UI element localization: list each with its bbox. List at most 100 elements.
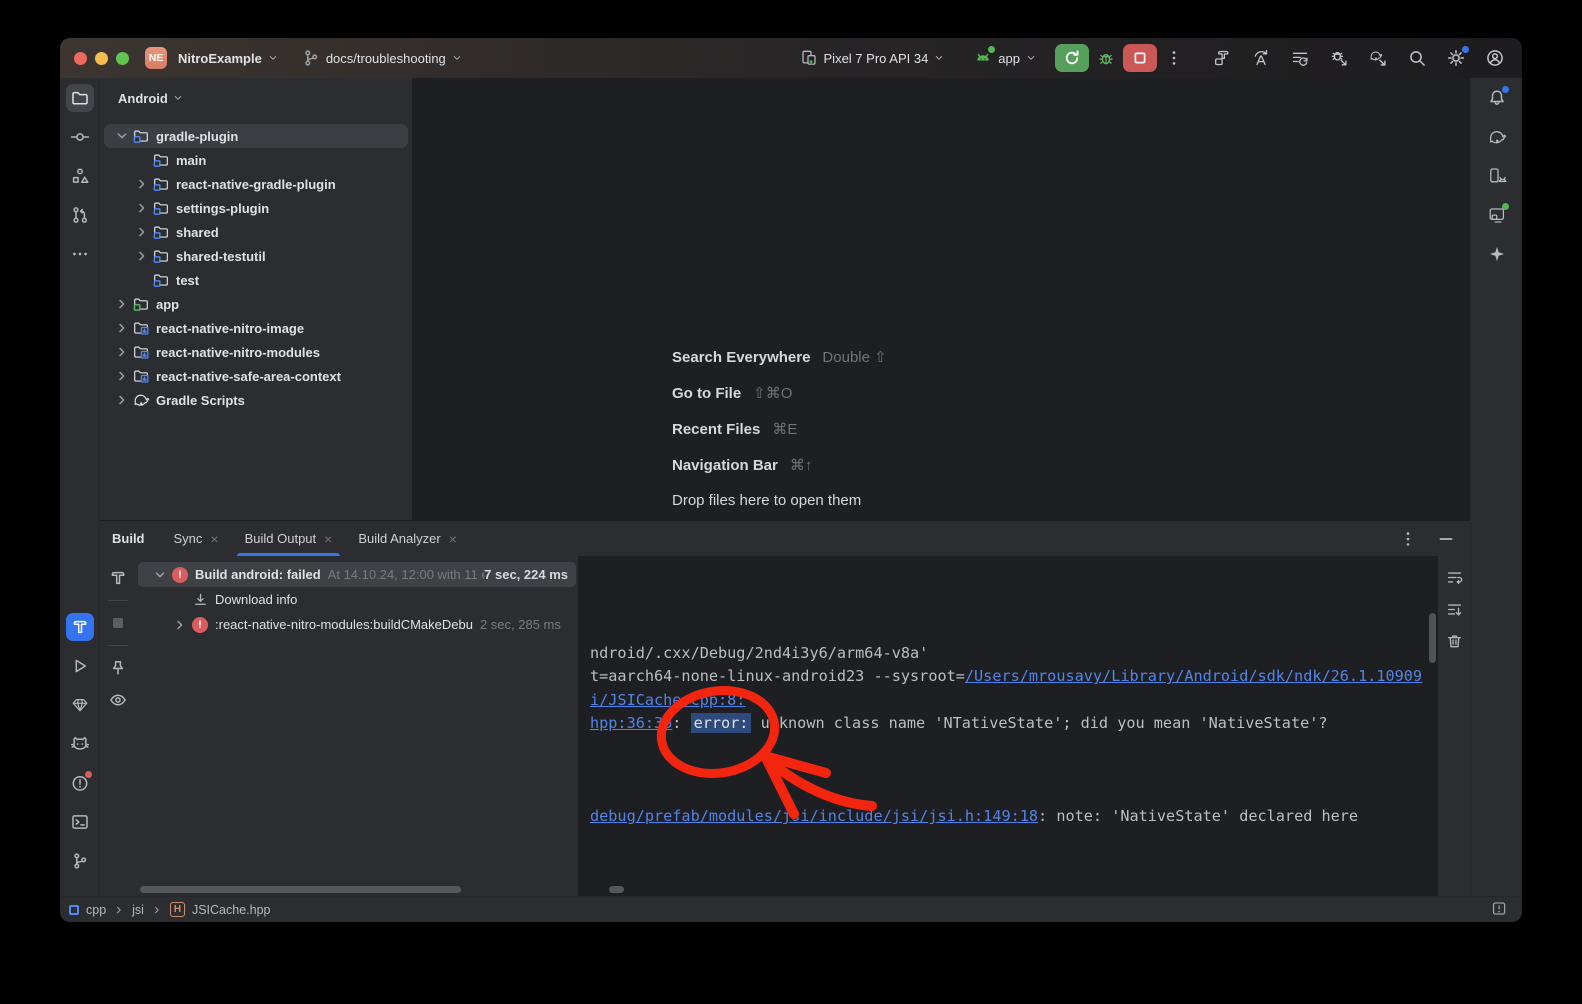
stop-button[interactable] — [1123, 44, 1157, 72]
notifications-status-button[interactable] — [1491, 900, 1508, 920]
device-manager-button[interactable] — [1483, 162, 1511, 190]
gradle-tool-button[interactable] — [1483, 123, 1511, 151]
run-config-selector[interactable]: app — [969, 48, 1041, 68]
project-tree-item-shared[interactable]: shared — [104, 220, 408, 244]
gradle-tool-icon — [1487, 127, 1507, 147]
hide-tool-window-icon[interactable] — [1436, 529, 1456, 549]
close-tab-icon[interactable]: × — [324, 532, 332, 546]
trash-button[interactable] — [1445, 632, 1464, 656]
chevron-right-icon[interactable] — [134, 176, 150, 192]
tab-sync[interactable]: Sync × — [161, 521, 232, 556]
zoom-window-button[interactable] — [116, 52, 129, 65]
chevron-right-icon[interactable] — [134, 224, 150, 240]
console-vertical-scrollbar[interactable] — [1429, 613, 1436, 663]
build-button[interactable] — [1209, 45, 1235, 71]
branch-selector[interactable]: docs/troubleshooting — [297, 48, 467, 68]
close-tab-icon[interactable]: × — [449, 532, 457, 546]
project-tree-item-gradle-plugin[interactable]: gradle-plugin — [104, 124, 408, 148]
pin-button[interactable] — [106, 656, 130, 680]
project-tree-item-gradle-scripts[interactable]: Gradle Scripts — [104, 388, 408, 412]
chevron-down-icon[interactable] — [114, 128, 130, 144]
console-file-link[interactable]: debug/prefab/modules/jsi/include/jsi/jsi… — [590, 807, 1038, 825]
console-file-link[interactable]: i/JSICache.cpp:8: — [590, 691, 745, 709]
console-file-link[interactable]: /Users/mrousavy/Library/Android/sdk/ndk/… — [965, 667, 1422, 685]
chevron-right-icon[interactable] — [172, 617, 188, 633]
stop-gray-button[interactable] — [106, 611, 130, 635]
attach-debugger-button[interactable] — [1326, 45, 1352, 71]
library-icon — [132, 367, 150, 385]
device-selector[interactable]: Pixel 7 Pro API 34 — [795, 48, 950, 68]
header-file-icon: H — [170, 902, 185, 917]
shortcut-hint-row: Go to File ⇧⌘O — [672, 384, 887, 420]
project-tree-item-react-native-safe-area-context[interactable]: react-native-safe-area-context — [104, 364, 408, 388]
breadcrumb-item[interactable]: jsi — [132, 903, 144, 917]
gradle-sync-button[interactable] — [1365, 45, 1391, 71]
chevron-right-icon[interactable] — [134, 248, 150, 264]
chevron-right-icon[interactable] — [114, 344, 130, 360]
logcat-tool-button[interactable] — [66, 730, 94, 758]
run-tool-button[interactable] — [66, 652, 94, 680]
project-selector[interactable]: NitroExample — [174, 51, 283, 66]
tree-horizontal-scrollbar[interactable] — [140, 886, 461, 893]
close-tab-icon[interactable]: × — [210, 532, 218, 546]
account-button[interactable] — [1482, 45, 1508, 71]
error-badge-icon: ! — [192, 617, 208, 633]
chevron-right-icon[interactable] — [114, 392, 130, 408]
close-window-button[interactable] — [74, 52, 87, 65]
gemini-assistant-icon — [1487, 244, 1507, 264]
version-control-tool-button[interactable] — [66, 847, 94, 875]
terminal-tool-button[interactable] — [66, 808, 94, 836]
search-everywhere-icon — [1407, 48, 1427, 68]
build-tree-row-react-native-nitro-modules-buildcmakedebu[interactable]: !:react-native-nitro-modules:buildCMakeD… — [138, 612, 576, 637]
sync-button[interactable] — [1287, 45, 1313, 71]
project-tree-item-settings-plugin[interactable]: settings-plugin — [104, 196, 408, 220]
build-tool-button[interactable] — [66, 613, 94, 641]
build-options-icon[interactable] — [1398, 529, 1418, 549]
console-horizontal-scrollbar[interactable] — [609, 886, 624, 893]
breadcrumb-item[interactable]: JSICache.hpp — [192, 903, 271, 917]
hammer-button[interactable] — [106, 566, 130, 590]
wrap-button[interactable] — [1445, 568, 1464, 592]
chevron-right-icon[interactable] — [134, 200, 150, 216]
debug-button[interactable] — [1093, 45, 1119, 71]
project-tree-item-app[interactable]: app — [104, 292, 408, 316]
project-tree-item-shared-testutil[interactable]: shared-testutil — [104, 244, 408, 268]
more-actions-button[interactable] — [1161, 45, 1187, 71]
rerun-button[interactable] — [1055, 44, 1089, 72]
notifications-button[interactable] — [1483, 84, 1511, 112]
more-tools-button[interactable] — [66, 240, 94, 268]
problems-tool-button[interactable] — [66, 769, 94, 797]
project-view-selector[interactable]: Android — [100, 86, 412, 110]
badge-dot — [1502, 203, 1509, 210]
project-tool-button[interactable] — [66, 84, 94, 112]
apply-changes-button[interactable] — [1248, 45, 1274, 71]
stop-gray-icon — [108, 613, 128, 633]
scroll-end-button[interactable] — [1445, 600, 1464, 624]
tab-build-output[interactable]: Build Output × — [232, 521, 346, 556]
project-tree-item-react-native-nitro-image[interactable]: react-native-nitro-image — [104, 316, 408, 340]
commit-tool-button[interactable] — [66, 123, 94, 151]
app-quality-insights-button[interactable] — [66, 691, 94, 719]
project-tree-item-react-native-gradle-plugin[interactable]: react-native-gradle-plugin — [104, 172, 408, 196]
build-tree-row-build-android-failed[interactable]: !Build android: failedAt 14.10.24, 12:00… — [138, 562, 576, 587]
chevron-right-icon[interactable] — [114, 320, 130, 336]
console-file-link[interactable]: hpp:36:36 — [590, 714, 672, 732]
project-tree-item-main[interactable]: main — [104, 148, 408, 172]
eye-button[interactable] — [106, 688, 130, 712]
search-everywhere-button[interactable] — [1404, 45, 1430, 71]
breadcrumb-item[interactable]: cpp — [86, 903, 106, 917]
chevron-right-icon[interactable] — [114, 296, 130, 312]
gemini-assistant-button[interactable] — [1483, 240, 1511, 268]
console-text: : note: 'NativeState' declared here — [1038, 807, 1358, 825]
tab-build-analyzer[interactable]: Build Analyzer × — [345, 521, 470, 556]
project-tree-item-react-native-nitro-modules[interactable]: react-native-nitro-modules — [104, 340, 408, 364]
settings-button[interactable] — [1443, 45, 1469, 71]
structure-tool-button[interactable] — [66, 162, 94, 190]
build-tree-row-download-info[interactable]: Download info — [138, 587, 576, 612]
chevron-right-icon[interactable] — [114, 368, 130, 384]
running-devices-button[interactable] — [1483, 201, 1511, 229]
project-tree-item-test[interactable]: test — [104, 268, 408, 292]
minimize-window-button[interactable] — [95, 52, 108, 65]
chevron-down-icon[interactable] — [152, 567, 168, 583]
pull-requests-tool-button[interactable] — [66, 201, 94, 229]
